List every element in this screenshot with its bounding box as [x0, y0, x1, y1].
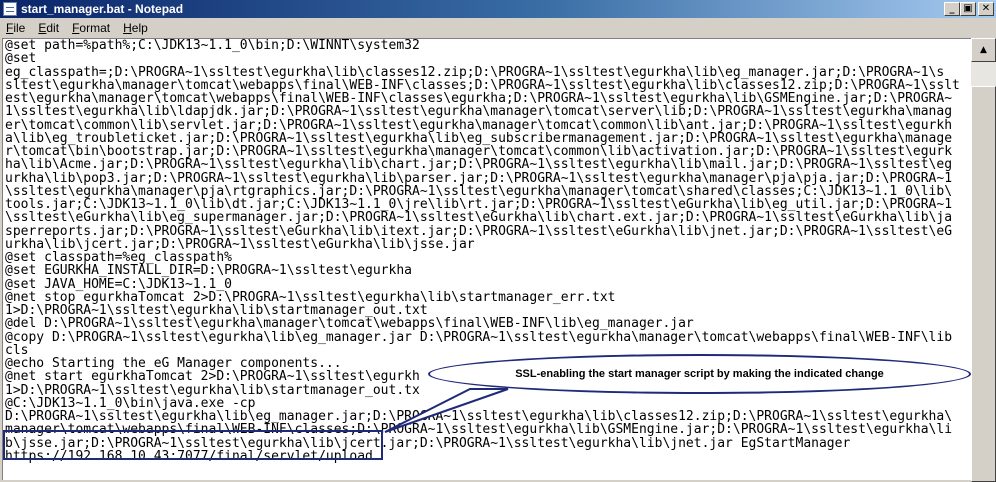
callout-text: SSL-enabling the start manager script by…: [515, 368, 884, 380]
notepad-window: start_manager.bat - Notepad _ ▣ ✕ File E…: [0, 0, 996, 482]
annotation-callout: SSL-enabling the start manager script by…: [428, 354, 971, 394]
callout-tail: [384, 388, 509, 433]
callout-pointer: [384, 388, 509, 433]
